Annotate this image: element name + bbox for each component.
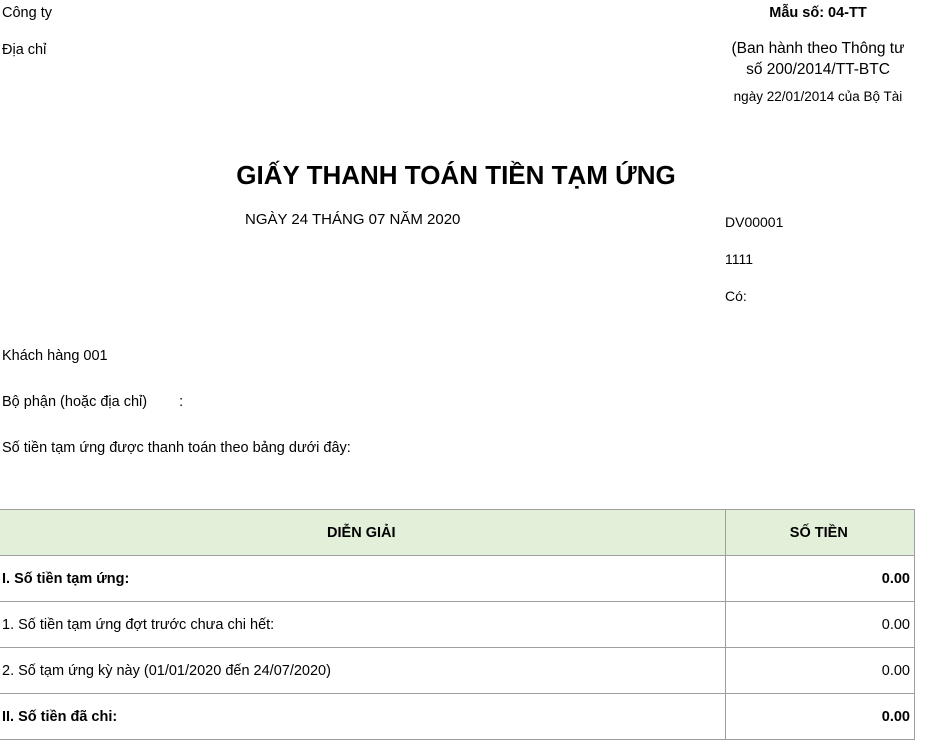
settlement-table: DIỄN GIẢI SỐ TIỀN I. Số tiền tạm ứng: 0.… <box>0 509 916 740</box>
table-row: 1. Số tiền tạm ứng đợt trước chưa chi hế… <box>0 601 916 648</box>
company-label: Công ty <box>2 5 52 21</box>
row-amount: 0.00 <box>725 647 916 694</box>
table-row: II. Số tiền đã chi: 0.00 <box>0 693 916 740</box>
form-code: Mẫu số: 04-TT <box>769 5 867 21</box>
credit-label: Có: <box>725 288 747 304</box>
row-amount: 0.00 <box>725 555 916 602</box>
column-header-description: DIỄN GIẢI <box>0 509 726 556</box>
row-description: 1. Số tiền tạm ứng đợt trước chưa chi hế… <box>0 601 726 648</box>
department-colon: : <box>179 394 184 410</box>
row-description: I. Số tiền tạm ứng: <box>0 555 726 602</box>
customer-name: Khách hàng 001 <box>2 348 108 364</box>
row-description: II. Số tiền đã chi: <box>0 693 726 740</box>
row-amount: 0.00 <box>725 601 916 648</box>
table-header-row: DIỄN GIẢI SỐ TIỀN <box>0 509 916 556</box>
table-row: 2. Số tạm ứng kỳ này (01/01/2020 đến 24/… <box>0 647 916 694</box>
row-amount: 0.00 <box>725 693 916 740</box>
debit-account: 1111 <box>725 251 754 267</box>
issued-note-line-1: (Ban hành theo Thông tư <box>731 40 905 57</box>
document-number: DV00001 <box>725 214 784 230</box>
column-header-amount: SỐ TIỀN <box>725 509 916 556</box>
table-row: I. Số tiền tạm ứng: 0.00 <box>0 555 916 602</box>
issued-note-line-2: số 200/2014/TT-BTC <box>746 61 890 78</box>
department-line: Bộ phận (hoặc địa chỉ): <box>2 393 183 411</box>
address-label: Địa chỉ <box>2 42 47 58</box>
intro-text: Số tiền tạm ứng được thanh toán theo bản… <box>2 440 351 456</box>
document-date: NGÀY 24 THÁNG 07 NĂM 2020 <box>245 211 461 228</box>
department-label: Bộ phận (hoặc địa chỉ) <box>2 394 148 410</box>
row-description: 2. Số tạm ứng kỳ này (01/01/2020 đến 24/… <box>0 647 726 694</box>
issued-note-line-3: ngày 22/01/2014 của Bộ Tài <box>733 89 903 104</box>
document-title: GIẤY THANH TOÁN TIỀN TẠM ỨNG <box>236 160 676 190</box>
